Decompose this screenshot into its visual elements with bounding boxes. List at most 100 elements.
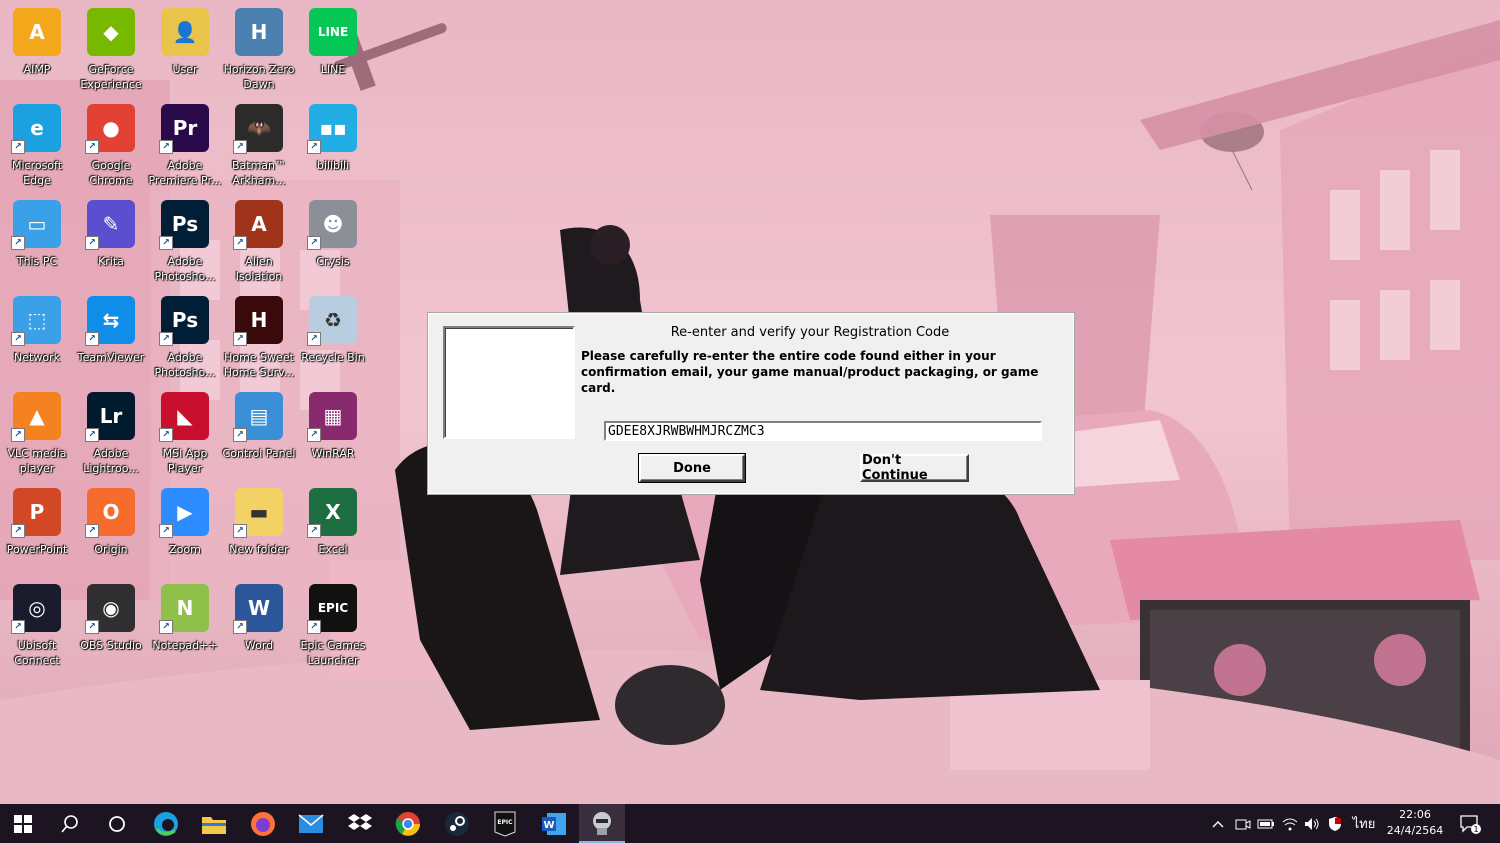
tray-volume[interactable] (1301, 804, 1323, 843)
ubisoft-icon: ◎ ↗ (11, 584, 61, 634)
taskbar-chrome[interactable] (385, 804, 431, 843)
epic-games-icon: EPIC ↗ (307, 584, 357, 634)
taskbar-mail[interactable] (288, 804, 334, 843)
chrome-icon (395, 811, 420, 836)
user-folder-icon: 👤 (161, 8, 209, 56)
taskbar-crysis[interactable] (579, 804, 625, 843)
shortcut-arrow-icon: ↗ (159, 428, 173, 442)
shortcut-arrow-icon: ↗ (307, 524, 321, 538)
shortcut-arrow-icon: ↗ (85, 140, 99, 154)
desktop-icon[interactable]: W ↗ Word (222, 578, 296, 670)
line-icon: LINE (309, 8, 357, 56)
desktop-icon[interactable]: ✎ ↗ Krita (74, 194, 148, 286)
desktop-icon[interactable]: A ↗ Alien Isolation (222, 194, 296, 286)
taskbar-epic-games[interactable]: EPIC (482, 804, 528, 843)
taskbar-steam[interactable] (434, 804, 480, 843)
tray-language[interactable]: ไทย (1349, 804, 1379, 843)
desktop-icon-label: Krita (98, 255, 124, 268)
taskbar-edge[interactable] (143, 804, 189, 843)
desktop-icon[interactable]: ⇆ ↗ TeamViewer (74, 290, 148, 382)
vlc-icon: ▲ ↗ (11, 392, 61, 442)
desktop-icon[interactable]: P ↗ PowerPoint (0, 482, 74, 574)
desktop-icon[interactable]: ◣ ↗ MSI App Player (148, 386, 222, 478)
taskbar-dropbox[interactable] (337, 804, 383, 843)
start-button[interactable] (0, 804, 46, 843)
desktop-icon[interactable]: Lr ↗ Adobe Lightroo... (74, 386, 148, 478)
batman-icon: 🦇 ↗ (233, 104, 283, 154)
desktop-icon[interactable]: O ↗ Origin (74, 482, 148, 574)
desktop-icon[interactable]: Ps ↗ Adobe Photosho... (148, 290, 222, 382)
desktop-icon[interactable]: ♻ ↗ Recycle Bin (296, 290, 370, 382)
photoshop-icon: Ps ↗ (159, 200, 209, 250)
cortana-icon (109, 815, 125, 832)
obs-icon: ◉ ↗ (85, 584, 135, 634)
desktop-icon[interactable]: ● ↗ Google Chrome (74, 98, 148, 190)
dialog-image-placeholder (443, 326, 575, 439)
tray-meet-now[interactable] (1232, 804, 1254, 843)
desktop-icon[interactable]: H ↗ Home Sweet Home Surv... (222, 290, 296, 382)
winrar-icon: ▦ ↗ (307, 392, 357, 442)
desktop-icon[interactable]: ◉ ↗ OBS Studio (74, 578, 148, 670)
desktop-icon[interactable]: ◆ GeForce Experience (74, 2, 148, 94)
desktop-icon[interactable]: ▬ ↗ New folder (222, 482, 296, 574)
desktop-icon[interactable]: A AIMP (0, 2, 74, 94)
svg-text:W: W (543, 820, 554, 831)
tray-security[interactable] (1324, 804, 1346, 843)
cortana-button[interactable] (94, 804, 140, 843)
shortcut-arrow-icon: ↗ (307, 332, 321, 346)
desktop-icon[interactable]: ▪▪ ↗ bilibili (296, 98, 370, 190)
registration-dialog: Re-enter and verify your Registration Co… (427, 312, 1075, 495)
desktop-icon[interactable]: Pr ↗ Adobe Premiere Pr... (148, 98, 222, 190)
desktop-icon[interactable]: ◎ ↗ Ubisoft Connect (0, 578, 74, 670)
aimp-icon: A (13, 8, 61, 56)
desktop-icon[interactable]: H Horizon Zero Dawn (222, 2, 296, 94)
desktop-icon[interactable]: N ↗ Notepad++ (148, 578, 222, 670)
shortcut-arrow-icon: ↗ (159, 524, 173, 538)
desktop-icon[interactable]: ▤ ↗ Control Panel (222, 386, 296, 478)
tray-clock[interactable]: 22:06 24/4/2564 (1380, 807, 1450, 839)
control-panel-icon: ▤ ↗ (233, 392, 283, 442)
desktop-icon[interactable]: ▲ ↗ VLC media player (0, 386, 74, 478)
desktop-icon[interactable]: 🦇 ↗ Batman™ Arkham... (222, 98, 296, 190)
desktop-icon[interactable]: Ps ↗ Adobe Photosho... (148, 194, 222, 286)
tray-battery[interactable] (1255, 804, 1277, 843)
taskbar-firefox[interactable] (240, 804, 286, 843)
desktop-icon[interactable]: X ↗ Excel (296, 482, 370, 574)
search-button[interactable] (47, 804, 93, 843)
shortcut-arrow-icon: ↗ (307, 428, 321, 442)
desktop-icon[interactable]: ▦ ↗ WinRAR (296, 386, 370, 478)
krita-icon: ✎ ↗ (85, 200, 135, 250)
shortcut-arrow-icon: ↗ (159, 140, 173, 154)
desktop-icon[interactable]: e ↗ Microsoft Edge (0, 98, 74, 190)
desktop-icon[interactable]: ☻ ↗ Crysis (296, 194, 370, 286)
desktop-icon[interactable]: LINE LINE (296, 2, 370, 94)
registration-code-input[interactable] (604, 421, 1042, 441)
desktop-icon[interactable]: ⬚ ↗ Network (0, 290, 74, 382)
desktop-icon-label: Alien Isolation (235, 255, 283, 283)
desktop-icon-label: Excel (318, 543, 348, 556)
desktop-icon-label: Adobe Premiere Pr... (148, 159, 222, 187)
edge-icon (154, 811, 178, 836)
desktop-icon[interactable]: EPIC ↗ Epic Games Launcher (296, 578, 370, 670)
speaker-icon (1305, 817, 1319, 830)
dont-continue-button[interactable]: Don't Continue (860, 453, 969, 483)
desktop-icon-label: VLC media player (7, 447, 67, 475)
action-center-button[interactable]: 1 (1455, 804, 1485, 843)
shortcut-arrow-icon: ↗ (307, 620, 321, 634)
shortcut-arrow-icon: ↗ (307, 140, 321, 154)
show-hidden-icons-button[interactable] (1208, 804, 1228, 843)
battery-icon (1257, 819, 1274, 828)
desktop-icon[interactable]: ▭ ↗ This PC (0, 194, 74, 286)
desktop-icon[interactable]: 👤 User (148, 2, 222, 94)
notification-count: 1 (1473, 825, 1478, 834)
desktop-icon-label: Epic Games Launcher (300, 639, 366, 667)
taskbar-file-explorer[interactable] (191, 804, 237, 843)
taskbar-word[interactable]: W (531, 804, 577, 843)
desktop-icon-label: PowerPoint (6, 543, 68, 556)
shield-icon (1329, 816, 1341, 831)
done-button[interactable]: Done (638, 453, 746, 483)
desktop-icon-label: Control Panel (222, 447, 296, 460)
dropbox-icon (348, 813, 372, 830)
tray-network[interactable] (1279, 804, 1301, 843)
desktop-icon[interactable]: ▶ ↗ Zoom (148, 482, 222, 574)
